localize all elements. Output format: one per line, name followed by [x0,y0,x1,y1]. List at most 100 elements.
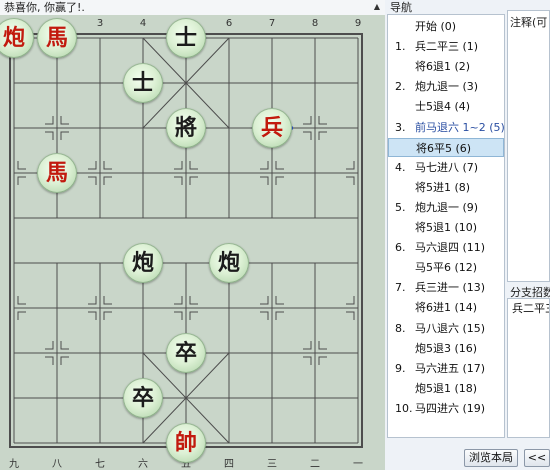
position-marker [174,296,183,305]
move-text: 士5退4 (4) [415,100,471,114]
move-text: 开始 (0) [415,20,457,33]
position-marker [318,116,327,125]
position-marker [346,161,355,170]
move-text: 前马退六 1~2 (5) [415,120,505,134]
move-text: 将5退1 (10) [415,221,478,234]
move-list-item[interactable]: 开始 (0) [388,17,504,36]
move-list-item[interactable]: 将5退1 (10) [388,218,504,237]
position-marker [60,341,69,350]
move-text: 马四进六 (19) [415,401,486,415]
move-list-item[interactable]: 8. 马八退六 (15) [388,319,504,338]
position-marker [275,161,284,170]
bottom-file-label: 九 [9,458,19,470]
move-list-item[interactable]: 马5平6 (12) [388,258,504,277]
move-list-item[interactable]: 士5退4 (4) [388,97,504,116]
move-list-item[interactable]: 炮5退1 (18) [388,379,504,398]
position-marker [45,341,54,350]
position-marker [260,176,269,185]
move-text: 马六进五 (17) [415,361,486,375]
scroll-up-icon[interactable]: ▲ [371,1,383,13]
nav-title: 导航 [390,1,412,14]
move-list-item[interactable]: 7. 兵三进一 (13) [388,278,504,297]
position-marker [17,161,26,170]
move-list-item[interactable]: 4. 马七进八 (7) [388,158,504,177]
position-marker [275,296,284,305]
position-marker [88,161,97,170]
position-marker [260,296,269,305]
moves-list[interactable]: 开始 (0) 1. 兵二平三 (1) 将6退1 (2) 2. 炮九退一 (3) 士5退4 (… [387,14,505,438]
move-text: 炮九退一 (3) [415,80,479,94]
move-text: 马六退四 (11) [415,241,486,255]
move-text: 将5进1 (8) [415,180,471,194]
board-grid: 123456789九八七六五四三二一 [9,18,363,470]
top-file-label: 9 [355,18,361,29]
red-piece[interactable]: 帥 [166,423,206,463]
status-title: 恭喜你, 你赢了!. [0,0,385,15]
move-number: 6. [395,241,406,255]
black-piece[interactable]: 卒 [123,378,163,418]
bottom-file-label: 四 [224,459,234,470]
branch-list[interactable]: 兵二平三 [507,298,550,438]
move-list-item[interactable]: 将6进1 (14) [388,298,504,317]
position-marker [275,311,284,320]
position-marker [346,311,355,320]
position-marker [88,176,97,185]
move-number: 4. [395,160,406,174]
position-marker [174,161,183,170]
move-text: 马七进八 (7) [415,160,479,174]
back-button[interactable]: << [524,449,550,467]
move-list-item[interactable]: 5. 炮九退一 (9) [388,198,504,217]
top-file-label: 6 [226,18,232,29]
black-piece[interactable]: 炮 [123,243,163,283]
red-piece[interactable]: 馬 [37,153,77,193]
comment-box[interactable] [507,10,550,282]
position-marker [103,161,112,170]
red-piece[interactable]: 兵 [252,108,292,148]
black-piece[interactable]: 將 [166,108,206,148]
move-text: 炮5退1 (18) [415,381,478,395]
move-list-item[interactable]: 2. 炮九退一 (3) [388,77,504,96]
position-marker [17,296,26,305]
move-text: 马5平6 (12) [415,261,478,275]
move-list-item[interactable]: 10. 马四进六 (19) [388,399,504,418]
position-marker [60,116,69,125]
move-list-item[interactable]: 1. 兵二平三 (1) [388,37,504,56]
top-file-label: 7 [269,18,275,29]
move-number: 2. [395,80,406,94]
top-file-label: 3 [97,18,103,29]
top-file-label: 4 [140,18,146,29]
move-list-item[interactable]: 炮5退3 (16) [388,339,504,358]
position-marker [260,311,269,320]
position-marker [45,116,54,125]
move-text: 将6退1 (2) [415,60,471,74]
move-number: 3. [395,120,406,134]
red-piece[interactable]: 馬 [37,18,77,58]
move-list-item[interactable]: 9. 马六进五 (17) [388,359,504,378]
browse-game-button[interactable]: 浏览本局 [464,449,518,467]
move-list-item[interactable]: 将6退1 (2) [388,57,504,76]
position-marker [189,311,198,320]
position-marker [303,131,312,140]
position-marker [318,341,327,350]
move-list-item[interactable]: 6. 马六退四 (11) [388,238,504,257]
move-text: 将6进1 (14) [415,301,478,315]
position-marker [303,341,312,350]
move-list-item[interactable]: 3. 前马退六 1~2 (5) [388,118,504,137]
position-marker [60,131,69,140]
position-marker [275,176,284,185]
position-marker [45,131,54,140]
move-list-item[interactable]: 将5进1 (8) [388,178,504,197]
bottom-file-label: 七 [95,458,105,470]
move-list-item[interactable]: 将6平5 (6) [388,137,504,157]
side-panel: 导航 开始 (0) 1. 兵二平三 (1) 将6退1 (2) 2. 炮九退一 (3) 士5退… [385,0,550,470]
black-piece[interactable]: 卒 [166,333,206,373]
chess-board[interactable]: 123456789九八七六五四三二一 炮馬士士將兵馬炮炮卒卒帥 [0,15,385,470]
position-marker [174,176,183,185]
move-text: 兵三进一 (13) [415,281,486,295]
branch-item[interactable]: 兵二平三 [510,300,549,318]
black-piece[interactable]: 士 [166,18,206,58]
black-piece[interactable]: 士 [123,63,163,103]
black-piece[interactable]: 炮 [209,243,249,283]
bottom-file-label: 二 [310,459,320,470]
position-marker [88,311,97,320]
